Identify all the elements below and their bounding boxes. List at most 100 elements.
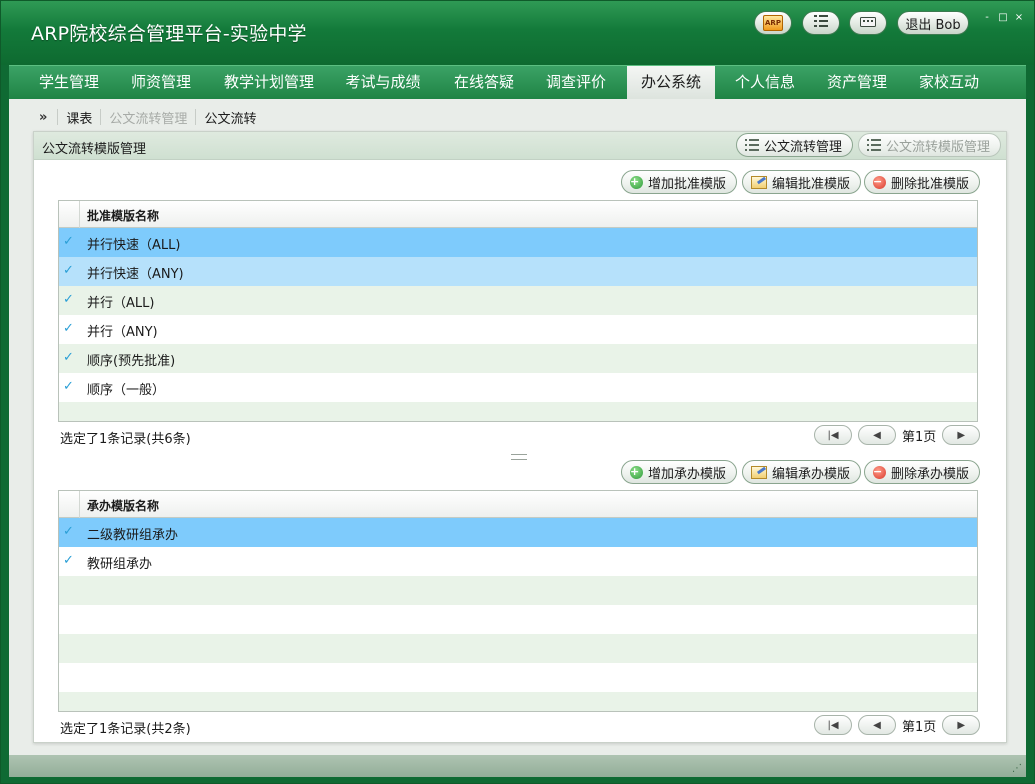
breadcrumb-divider [57, 109, 59, 125]
row-name: 教研组承办 [87, 557, 153, 572]
nav-item-assets[interactable]: 资产管理 [813, 66, 901, 99]
app-window: ARP院校综合管理平台-实验中学 ARP 退出 Bob - □ × 学生管理 师… [0, 0, 1035, 784]
app-title: ARP院校综合管理平台-实验中学 [31, 23, 307, 45]
empty-row [59, 576, 977, 605]
window-controls: - □ × [982, 13, 1024, 23]
check-icon[interactable]: ✓ [63, 234, 77, 249]
breadcrumb-divider [195, 109, 197, 125]
arp-button[interactable]: ARP [754, 11, 792, 35]
empty-row [59, 402, 977, 421]
prev-page-button[interactable]: ◀ [858, 425, 896, 445]
nav-item-home-school[interactable]: 家校互动 [905, 66, 993, 99]
nav-item-personal[interactable]: 个人信息 [721, 66, 809, 99]
delete-approval-label: 删除批准模版 [891, 176, 970, 192]
row-name: 并行（ALL) [87, 296, 155, 311]
select-column-header[interactable] [59, 491, 80, 518]
next-page-icon: ▶ [957, 719, 966, 731]
delete-handling-template-button[interactable]: − 删除承办模版 [864, 460, 981, 484]
page-indicator: 第1页 [902, 429, 937, 445]
column-header-approval-name[interactable]: 批准模版名称 [87, 207, 159, 224]
next-page-button[interactable]: ▶ [942, 715, 981, 735]
column-header-handling-name[interactable]: 承办模版名称 [87, 497, 159, 514]
title-bar: ARP院校综合管理平台-实验中学 ARP 退出 Bob - □ × [1, 1, 1034, 65]
doc-flow-template-mgmt-label: 公文流转模版管理 [886, 139, 991, 155]
first-page-icon: |◀ [827, 429, 839, 441]
prev-page-button[interactable]: ◀ [858, 715, 896, 735]
approval-status-text: 选定了1条记录(共6条) [60, 432, 191, 447]
add-icon: + [630, 175, 643, 189]
maximize-icon[interactable]: □ [998, 13, 1008, 23]
delete-approval-template-button[interactable]: − 删除批准模版 [864, 170, 981, 194]
first-page-icon: |◀ [827, 719, 839, 731]
doc-flow-template-mgmt-button: 公文流转模版管理 [858, 133, 1002, 157]
check-icon[interactable]: ✓ [63, 263, 77, 278]
breadcrumb-item-doc-flow[interactable]: 公文流转 [204, 108, 256, 127]
nav-item-office[interactable]: 办公系统 [627, 66, 715, 100]
table-row[interactable]: ✓ 二级教研组承办 [59, 518, 977, 547]
menu-list-button[interactable] [802, 11, 840, 35]
nav-item-teaching-plan[interactable]: 教学计划管理 [209, 66, 329, 99]
row-name: 并行（ANY) [87, 325, 158, 340]
next-page-icon: ▶ [957, 429, 966, 441]
next-page-button[interactable]: ▶ [942, 425, 981, 445]
content-area: » 课表 公文流转管理 公文流转 公文流转模版管理 公文流转管理 公文流转模版管… [9, 99, 1026, 755]
row-name: 顺序（一般） [87, 383, 166, 398]
first-page-button[interactable]: |◀ [814, 715, 852, 735]
keyboard-button[interactable] [849, 11, 887, 35]
keyboard-icon [860, 16, 876, 31]
empty-row [59, 605, 977, 634]
table-row[interactable]: ✓ 并行快速（ALL) [59, 228, 977, 257]
doc-flow-mgmt-label: 公文流转管理 [764, 139, 843, 155]
breadcrumb-arrow-icon[interactable]: » [39, 110, 47, 125]
edit-approval-template-button[interactable]: 编辑批准模版 [742, 170, 862, 194]
close-icon[interactable]: × [1014, 13, 1024, 23]
nav-item-survey[interactable]: 调查评价 [531, 66, 621, 99]
check-icon[interactable]: ✓ [63, 524, 77, 539]
check-icon[interactable]: ✓ [63, 292, 77, 307]
remove-icon: − [873, 465, 886, 479]
logout-button[interactable]: 退出 Bob [897, 11, 969, 35]
nav-item-qa[interactable]: 在线答疑 [439, 66, 529, 99]
breadcrumb-divider [100, 109, 102, 125]
edit-approval-label: 编辑批准模版 [772, 176, 851, 192]
grid-header: 批准模版名称 [59, 201, 977, 228]
grid-header: 承办模版名称 [59, 491, 977, 518]
resize-grip-icon[interactable]: ⋰ [1012, 763, 1022, 774]
table-row[interactable]: ✓ 顺序（一般） [59, 373, 977, 402]
table-row[interactable]: ✓ 并行快速（ANY) [59, 257, 977, 286]
handling-status-text: 选定了1条记录(共2条) [60, 722, 191, 737]
approval-pager: |◀ ◀ 第1页 ▶ [814, 425, 981, 445]
empty-row [59, 692, 977, 711]
nav-item-teacher[interactable]: 师资管理 [117, 66, 205, 99]
table-row[interactable]: ✓ 顺序(预先批准) [59, 344, 977, 373]
breadcrumb-item-doc-flow-mgmt: 公文流转管理 [109, 111, 188, 127]
add-icon: + [630, 465, 643, 479]
table-row[interactable]: ✓ 并行（ANY) [59, 315, 977, 344]
first-page-button[interactable]: |◀ [814, 425, 852, 445]
splitter-handle[interactable] [511, 454, 527, 460]
handling-pager: |◀ ◀ 第1页 ▶ [814, 715, 981, 735]
list-icon [867, 139, 881, 151]
edit-icon [751, 465, 767, 479]
edit-handling-template-button[interactable]: 编辑承办模版 [742, 460, 862, 484]
arp-logo-icon: ARP [763, 15, 783, 31]
doc-flow-mgmt-button[interactable]: 公文流转管理 [736, 133, 854, 157]
list-icon [814, 15, 828, 31]
check-icon[interactable]: ✓ [63, 321, 77, 336]
select-column-header[interactable] [59, 201, 80, 228]
minimize-icon[interactable]: - [982, 13, 992, 23]
add-approval-label: 增加批准模版 [648, 176, 727, 192]
nav-item-exam[interactable]: 考试与成绩 [333, 66, 433, 99]
table-row[interactable]: ✓ 并行（ALL) [59, 286, 977, 315]
row-name: 二级教研组承办 [87, 528, 179, 543]
check-icon[interactable]: ✓ [63, 379, 77, 394]
main-nav: 学生管理 师资管理 教学计划管理 考试与成绩 在线答疑 调查评价 办公系统 个人… [9, 65, 1026, 100]
add-approval-template-button[interactable]: + 增加批准模版 [621, 170, 738, 194]
add-handling-template-button[interactable]: + 增加承办模版 [621, 460, 738, 484]
check-icon[interactable]: ✓ [63, 553, 77, 568]
check-icon[interactable]: ✓ [63, 350, 77, 365]
breadcrumb-item-schedule[interactable]: 课表 [66, 108, 92, 127]
nav-item-student[interactable]: 学生管理 [23, 66, 115, 99]
table-row[interactable]: ✓ 教研组承办 [59, 547, 977, 576]
empty-row [59, 634, 977, 663]
